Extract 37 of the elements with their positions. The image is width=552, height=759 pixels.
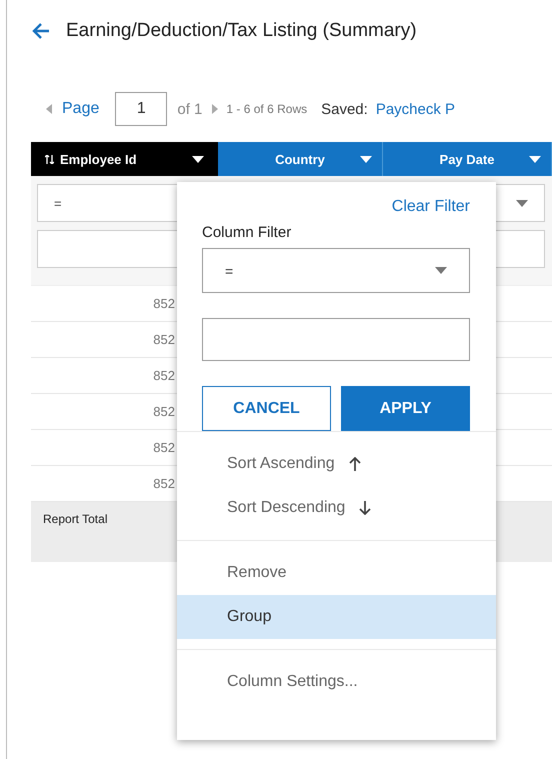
table-cell-text: 852 <box>152 440 175 455</box>
column-header[interactable]: Country <box>218 142 383 176</box>
column-header[interactable]: Employee Id <box>31 142 177 176</box>
caret-icon <box>360 156 372 163</box>
menu-item[interactable]: Column Settings... <box>177 660 496 704</box>
table-cell-text: 852 <box>152 476 175 491</box>
arrow-up-icon <box>348 457 361 471</box>
apply-button[interactable]: APPLY <box>341 386 470 431</box>
table-cell-text: 852 <box>152 332 175 347</box>
column-filter-label: Column Filter <box>202 224 292 241</box>
filter-value-field[interactable] <box>202 318 470 361</box>
saved-report-link[interactable]: Paycheck P <box>376 100 456 118</box>
table-cell-text: 852 <box>152 296 175 311</box>
arrow-down-icon <box>359 501 372 515</box>
saved-label: Saved: <box>321 100 368 118</box>
sort-icon <box>45 154 54 164</box>
caret-icon <box>192 156 204 162</box>
column-header[interactable]: Pay Date <box>383 142 552 176</box>
table-cell-text: 852 <box>152 404 175 419</box>
previous-page-icon[interactable] <box>46 104 52 114</box>
table-cell-text: 852 <box>152 368 175 383</box>
menu-item[interactable]: Group <box>177 595 496 639</box>
cancel-button[interactable]: CANCEL <box>202 386 331 431</box>
page-title: Earning/Deduction/Tax Listing (Summary) <box>66 20 417 42</box>
clear-filter-link[interactable]: Clear Filter <box>202 198 470 216</box>
caret-icon <box>529 156 541 163</box>
menu-item[interactable]: Sort Ascending <box>177 442 496 486</box>
back-arrow-icon[interactable] <box>32 23 50 39</box>
operator-select[interactable]: = <box>202 248 470 293</box>
column-menu-button[interactable] <box>177 142 218 176</box>
next-page-icon[interactable] <box>212 104 218 114</box>
page-label: Page <box>62 100 100 118</box>
filter-operator: = <box>54 196 62 210</box>
caret-icon <box>516 200 528 206</box>
page-number-field[interactable]: 1 <box>115 92 168 126</box>
rows-info: 1 - 6 of 6 Rows <box>226 102 308 116</box>
page-count: of 1 <box>177 100 202 118</box>
